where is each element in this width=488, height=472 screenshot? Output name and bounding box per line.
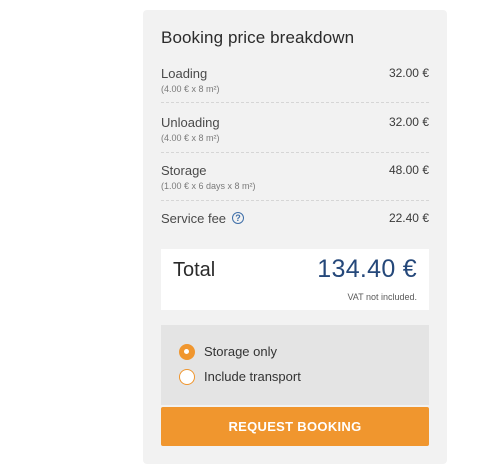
line-item-storage: Storage (1.00 € x 6 days x 8 m²) 48.00 € xyxy=(161,163,429,201)
panel-title: Booking price breakdown xyxy=(161,28,355,47)
total-box: Total 134.40 € VAT not included. xyxy=(161,249,429,310)
option-label: Include transport xyxy=(204,369,301,384)
line-item-label: Service fee xyxy=(161,211,227,226)
radio-unchecked-icon[interactable] xyxy=(179,369,195,385)
line-item-label: Loading xyxy=(161,66,208,81)
line-item-label: Storage xyxy=(161,163,207,178)
total-amount: 134.40 € xyxy=(317,255,417,283)
line-item-amount: 48.00 € xyxy=(388,163,429,177)
price-breakdown-panel: Booking price breakdown Loading (4.00 € … xyxy=(143,10,447,464)
line-item-unloading: Unloading (4.00 € x 8 m²) 32.00 € xyxy=(161,115,429,153)
line-item-label: Unloading xyxy=(161,115,220,130)
vat-note: VAT not included. xyxy=(347,292,417,302)
line-item-detail: (1.00 € x 6 days x 8 m²) xyxy=(161,181,256,191)
line-item-detail: (4.00 € x 8 m²) xyxy=(161,84,220,94)
option-label: Storage only xyxy=(204,344,277,359)
line-item-amount: 22.40 € xyxy=(388,211,429,225)
line-item-service-fee: Service fee ? 22.40 € xyxy=(161,211,429,233)
help-circle-icon[interactable]: ? xyxy=(232,212,244,224)
request-booking-button[interactable]: REQUEST BOOKING xyxy=(161,407,429,446)
line-item-loading: Loading (4.00 € x 8 m²) 32.00 € xyxy=(161,66,429,103)
total-label: Total xyxy=(173,259,216,281)
radio-checked-icon[interactable] xyxy=(179,344,195,360)
line-item-amount: 32.00 € xyxy=(388,66,429,80)
line-item-detail: (4.00 € x 8 m²) xyxy=(161,133,220,143)
booking-options: Storage only Include transport xyxy=(161,325,429,405)
line-item-amount: 32.00 € xyxy=(388,115,429,129)
